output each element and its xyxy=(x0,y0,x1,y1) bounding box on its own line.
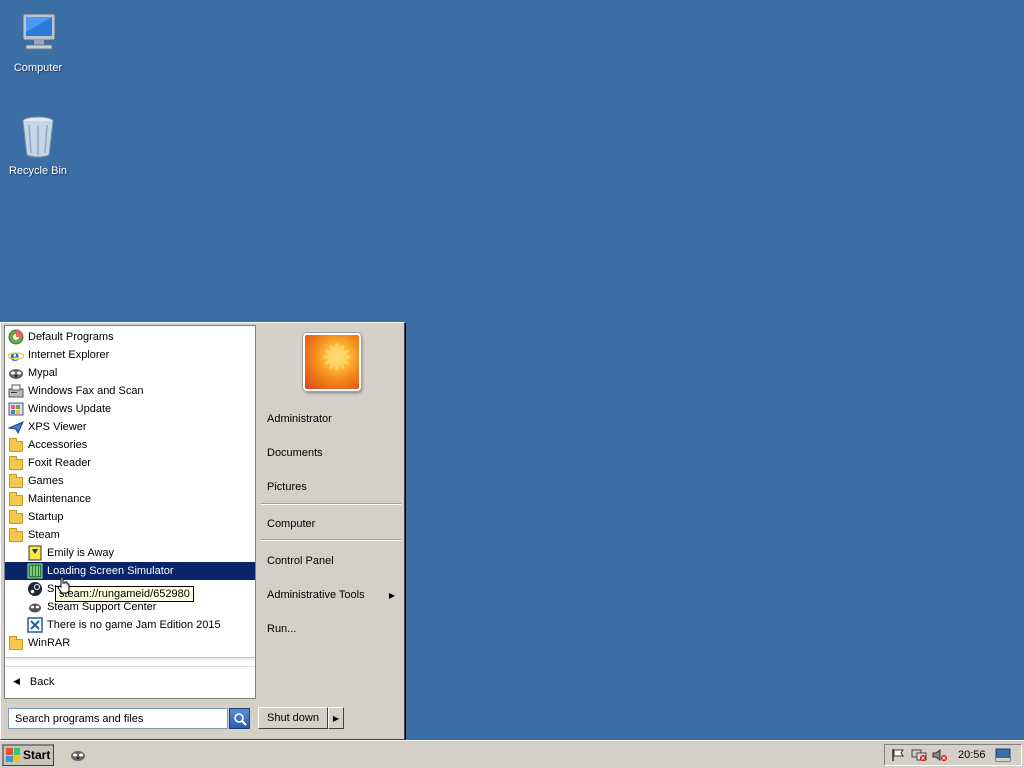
start-menu: Default Programs e Internet Explorer Myp… xyxy=(0,322,405,740)
shutdown-options-button[interactable]: ▶ xyxy=(328,707,344,729)
internet-explorer-icon: e xyxy=(8,347,24,363)
program-emily-is-away[interactable]: Emily is Away xyxy=(5,544,255,562)
mypal-icon xyxy=(8,365,24,381)
chevron-right-icon: ▶ xyxy=(332,713,340,723)
folder-games[interactable]: Games xyxy=(5,472,255,490)
user-avatar xyxy=(303,333,361,391)
quick-launch-mypal[interactable] xyxy=(70,747,86,766)
recycle-bin-icon xyxy=(14,113,62,161)
folder-icon xyxy=(8,509,24,525)
clock[interactable]: 20:56 xyxy=(958,749,986,761)
program-mypal[interactable]: Mypal xyxy=(5,364,255,382)
folder-winrar[interactable]: WinRAR xyxy=(5,634,255,652)
back-button[interactable]: ◀ Back xyxy=(5,666,255,696)
program-label: WinRAR xyxy=(28,637,71,649)
program-label: Steam Support Center xyxy=(47,601,157,613)
program-label: Maintenance xyxy=(28,493,91,505)
programs-list: Default Programs e Internet Explorer Myp… xyxy=(5,326,255,652)
places-administrator[interactable]: Administrator xyxy=(267,409,401,429)
desktop-icon-computer[interactable]: Computer xyxy=(0,10,76,74)
hand-cursor-icon xyxy=(57,576,71,597)
volume-muted-icon[interactable] xyxy=(931,747,949,763)
search-icon xyxy=(233,712,247,726)
folder-icon xyxy=(8,455,24,471)
folder-icon xyxy=(8,635,24,651)
back-arrow-icon: ◀ xyxy=(13,676,20,686)
program-label: Emily is Away xyxy=(47,547,115,559)
program-label: Default Programs xyxy=(28,331,114,343)
places-pane: Administrator Documents Pictures Compute… xyxy=(257,325,403,699)
steam-support-icon xyxy=(27,599,43,615)
program-label: Steam xyxy=(28,529,60,541)
windows-logo-icon xyxy=(6,748,20,762)
steam-icon xyxy=(27,581,43,597)
program-windows-fax-and-scan[interactable]: Windows Fax and Scan xyxy=(5,382,255,400)
start-button[interactable]: Start xyxy=(2,744,54,766)
program-label: Accessories xyxy=(28,439,88,451)
program-label: Startup xyxy=(28,511,64,523)
computer-icon xyxy=(14,10,62,58)
places-control-panel[interactable]: Control Panel xyxy=(267,551,401,571)
xps-viewer-icon xyxy=(8,419,24,435)
emily-is-away-icon xyxy=(27,545,43,561)
loading-screen-simulator-icon xyxy=(27,563,43,579)
programs-pane: Default Programs e Internet Explorer Myp… xyxy=(4,325,256,699)
desktop-icon-label: Computer xyxy=(13,62,63,74)
system-tray: 20:56 xyxy=(884,744,1022,766)
desktop-icon-recycle-bin[interactable]: Recycle Bin xyxy=(0,113,76,177)
admin-tools-label: Administrative Tools xyxy=(267,589,365,601)
program-label: Windows Update xyxy=(28,403,112,415)
back-separator xyxy=(5,657,255,660)
start-label: Start xyxy=(23,748,51,762)
shutdown-button[interactable]: Shut down xyxy=(258,707,328,729)
program-loading-screen-simulator[interactable]: Loading Screen Simulator xyxy=(5,562,255,580)
program-internet-explorer[interactable]: e Internet Explorer xyxy=(5,346,255,364)
folder-icon xyxy=(8,527,24,543)
folder-steam[interactable]: Steam xyxy=(5,526,255,544)
no-game-icon xyxy=(27,617,43,633)
folder-startup[interactable]: Startup xyxy=(5,508,255,526)
taskbar: Start 20:56 xyxy=(0,740,1024,768)
folder-icon xyxy=(8,491,24,507)
folder-icon xyxy=(8,473,24,489)
places-run[interactable]: Run... xyxy=(267,619,401,639)
program-there-is-no-game[interactable]: There is no game Jam Edition 2015 xyxy=(5,616,255,634)
program-label: Internet Explorer xyxy=(28,349,110,361)
program-label: Games xyxy=(28,475,64,487)
svg-text:e: e xyxy=(10,347,20,363)
folder-maintenance[interactable]: Maintenance xyxy=(5,490,255,508)
places-administrative-tools[interactable]: Administrative Tools ▶ xyxy=(267,585,401,605)
program-xps-viewer[interactable]: XPS Viewer xyxy=(5,418,255,436)
program-default-programs[interactable]: Default Programs xyxy=(5,328,255,346)
windows-update-icon xyxy=(8,401,24,417)
places-pictures[interactable]: Pictures xyxy=(267,477,401,497)
separator xyxy=(261,503,401,505)
folder-accessories[interactable]: Accessories xyxy=(5,436,255,454)
folder-icon xyxy=(8,437,24,453)
search-button[interactable] xyxy=(229,708,250,729)
fax-scan-icon xyxy=(8,383,24,399)
back-label: Back xyxy=(29,675,55,688)
program-label: XPS Viewer xyxy=(28,421,87,433)
program-label: Windows Fax and Scan xyxy=(28,385,144,397)
places-documents[interactable]: Documents xyxy=(267,443,401,463)
program-windows-update[interactable]: Windows Update xyxy=(5,400,255,418)
separator xyxy=(261,539,401,541)
program-label: There is no game Jam Edition 2015 xyxy=(47,619,221,631)
folder-foxit-reader[interactable]: Foxit Reader xyxy=(5,454,255,472)
default-programs-icon xyxy=(8,329,24,345)
search-input[interactable]: Search programs and files xyxy=(8,708,228,729)
places-computer[interactable]: Computer xyxy=(267,514,401,534)
mypal-icon xyxy=(71,751,85,761)
network-disconnected-icon[interactable] xyxy=(910,747,928,763)
show-desktop-icon[interactable] xyxy=(994,747,1012,763)
action-center-flag-icon[interactable] xyxy=(889,747,907,763)
submenu-arrow-icon: ▶ xyxy=(388,590,395,600)
tooltip: steam://rungameid/652980 xyxy=(55,586,194,602)
desktop-icon-label: Recycle Bin xyxy=(8,165,68,177)
program-label: Foxit Reader xyxy=(28,457,91,469)
program-label: Mypal xyxy=(28,367,58,379)
